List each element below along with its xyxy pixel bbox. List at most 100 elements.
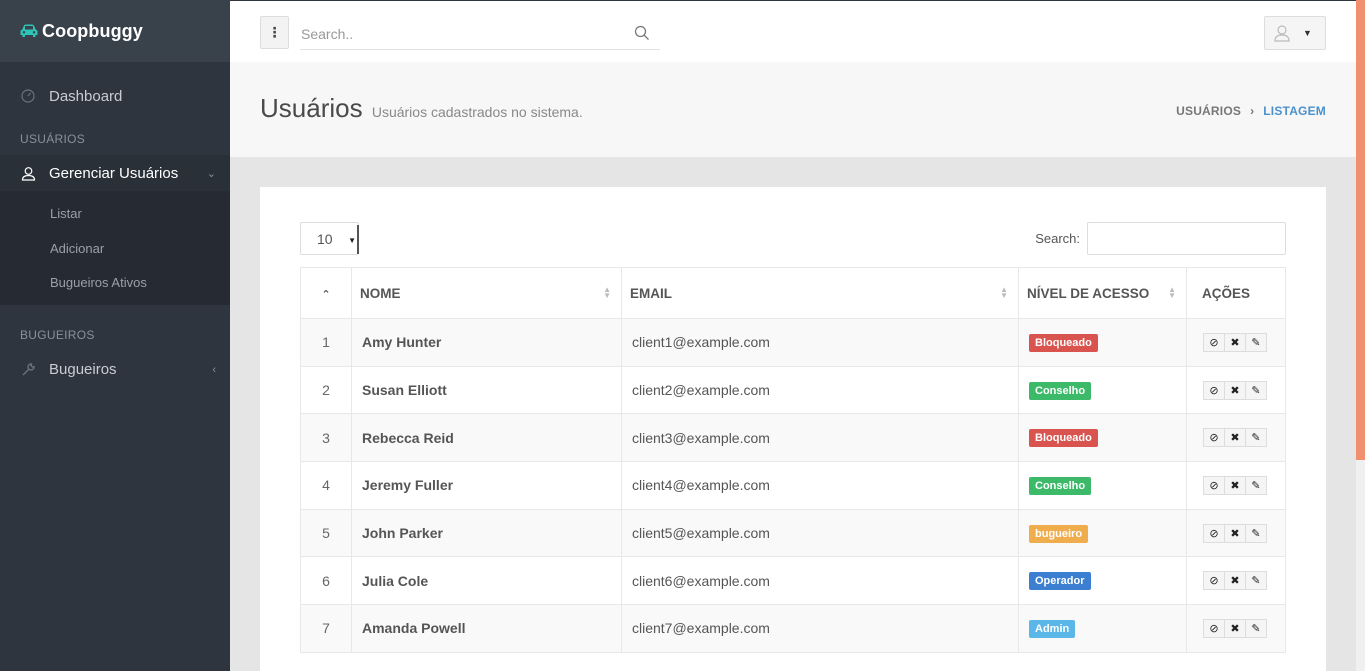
sidebar-subitem-adicionar[interactable]: Adicionar xyxy=(0,232,230,267)
sort-icon: ▲ ▼ xyxy=(603,285,611,300)
status-badge: Bloqueado xyxy=(1029,429,1098,448)
menu-toggle-button[interactable]: ⋮ xyxy=(260,16,289,49)
avatar-icon xyxy=(1274,25,1290,42)
sidebar-item-manage-users[interactable]: Gerenciar Usuários ⌄ xyxy=(0,155,230,191)
row-actions: ⊘ ✖ ✎ xyxy=(1186,556,1286,606)
row-name: Susan Elliott xyxy=(351,365,622,415)
column-header-acoes: AÇÕES xyxy=(1186,267,1286,319)
sidebar-item-label: Bugueiros xyxy=(49,361,117,378)
row-actions: ⊘ ✖ ✎ xyxy=(1186,461,1286,510)
sidebar-subitem-bugueiros-ativos[interactable]: Bugueiros Ativos xyxy=(0,266,230,301)
row-name: Julia Cole xyxy=(351,556,622,606)
row-email: client2@example.com xyxy=(621,365,1019,415)
brand-name: Coopbuggy xyxy=(42,20,143,41)
table-row: 3 Rebecca Reid client3@example.com Bloquead… xyxy=(300,413,1286,463)
page-length-select[interactable]: 10 ▼ xyxy=(300,222,359,255)
caret-down-icon: ▼ xyxy=(1303,28,1312,38)
breadcrumb-item-listagem[interactable]: LISTAGEM xyxy=(1263,104,1326,118)
row-name: Amy Hunter xyxy=(351,318,622,367)
delete-icon[interactable]: ✖ xyxy=(1224,380,1246,400)
status-badge: Admin xyxy=(1029,619,1076,638)
sort-asc-icon: ⌃ xyxy=(321,288,331,301)
brand[interactable]: Coopbuggy xyxy=(0,0,230,62)
users-card: 10 ▼ Search: ⌃ NOME ▲ ▼ EMAIL ▲ ▼ NÍVEL DE A… xyxy=(260,187,1326,671)
block-icon[interactable]: ⊘ xyxy=(1203,571,1225,591)
sidebar-item-bugueiros[interactable]: Bugueiros ‹ xyxy=(0,352,230,388)
sidebar-section-bugueiros: BUGUEIROS xyxy=(20,327,95,342)
row-name: Rebecca Reid xyxy=(351,413,622,463)
search-box xyxy=(300,18,660,50)
sidebar-subitem-listar[interactable]: Listar xyxy=(0,197,230,232)
row-email: client3@example.com xyxy=(621,413,1019,463)
row-actions: ⊘ ✖ ✎ xyxy=(1186,508,1286,558)
status-badge: Conselho xyxy=(1029,381,1092,400)
column-header-email[interactable]: EMAIL ▲ ▼ xyxy=(621,267,1019,319)
delete-icon[interactable]: ✖ xyxy=(1224,428,1246,448)
delete-icon[interactable]: ✖ xyxy=(1224,571,1246,591)
sidebar: Coopbuggy Dashboard USUÁRIOS Gerenciar U… xyxy=(0,0,230,671)
scrollbar-thumb[interactable] xyxy=(1356,0,1365,460)
edit-icon[interactable]: ✎ xyxy=(1245,380,1267,400)
sidebar-item-dashboard[interactable]: Dashboard xyxy=(0,78,230,114)
column-header-index[interactable]: ⌃ xyxy=(300,267,352,319)
block-icon[interactable]: ⊘ xyxy=(1203,380,1225,400)
table-search-input[interactable] xyxy=(1087,222,1286,255)
breadcrumb-item-usuarios[interactable]: USUÁRIOS xyxy=(1176,104,1241,118)
row-index: 4 xyxy=(300,461,352,510)
block-icon[interactable]: ⊘ xyxy=(1203,428,1225,448)
delete-icon[interactable]: ✖ xyxy=(1224,618,1246,638)
edit-icon[interactable]: ✎ xyxy=(1245,523,1267,543)
column-header-nome[interactable]: NOME ▲ ▼ xyxy=(351,267,622,319)
delete-icon[interactable]: ✖ xyxy=(1224,523,1246,543)
user-menu-button[interactable]: ▼ xyxy=(1264,16,1326,50)
chevron-left-icon: ‹ xyxy=(212,363,216,376)
page-subtitle: Usuários cadastrados no sistema. xyxy=(371,104,583,120)
edit-icon[interactable]: ✎ xyxy=(1245,618,1267,638)
user-icon xyxy=(20,165,36,181)
row-index: 1 xyxy=(300,318,352,367)
row-index: 3 xyxy=(300,413,352,463)
table-row: 4 Jeremy Fuller client4@example.com Conselh… xyxy=(300,461,1286,510)
table-row: 5 John Parker client5@example.com bugueiro ⊘… xyxy=(300,508,1286,558)
column-header-nivel[interactable]: NÍVEL DE ACESSO ▲ ▼ xyxy=(1018,267,1187,319)
car-icon xyxy=(20,24,38,37)
block-icon[interactable]: ⊘ xyxy=(1203,475,1225,495)
page-length-value: 10 xyxy=(317,231,333,247)
select-border xyxy=(357,225,359,254)
row-email: client4@example.com xyxy=(621,461,1019,510)
row-level: Admin xyxy=(1018,604,1187,653)
row-actions: ⊘ ✖ ✎ xyxy=(1186,318,1286,367)
delete-icon[interactable]: ✖ xyxy=(1224,332,1246,352)
status-badge: Bloqueado xyxy=(1029,333,1098,352)
more-vertical-icon: ⋮ xyxy=(267,24,282,40)
row-index: 2 xyxy=(300,365,352,415)
row-actions: ⊘ ✖ ✎ xyxy=(1186,604,1286,653)
status-badge: Conselho xyxy=(1029,476,1092,495)
delete-icon[interactable]: ✖ xyxy=(1224,475,1246,495)
dashboard-icon xyxy=(20,88,36,104)
edit-icon[interactable]: ✎ xyxy=(1245,428,1267,448)
edit-icon[interactable]: ✎ xyxy=(1245,571,1267,591)
table-row: 7 Amanda Powell client7@example.com Admin ⊘ ✖… xyxy=(300,604,1286,653)
column-header-label: AÇÕES xyxy=(1202,285,1251,301)
row-level: Conselho xyxy=(1018,365,1187,415)
column-header-label: NÍVEL DE ACESSO xyxy=(1027,285,1150,301)
search-icon[interactable] xyxy=(634,25,650,41)
block-icon[interactable]: ⊘ xyxy=(1203,618,1225,638)
submenu-users: Listar Adicionar Bugueiros Ativos xyxy=(0,191,230,305)
table-row: 1 Amy Hunter client1@example.com Bloqueado ⊘… xyxy=(300,318,1286,367)
row-name: Jeremy Fuller xyxy=(351,461,622,510)
table-search-label: Search: xyxy=(1035,231,1080,246)
topbar: ⋮ ▼ xyxy=(230,0,1356,62)
search-input[interactable] xyxy=(300,25,620,42)
row-index: 5 xyxy=(300,508,352,558)
row-level: bugueiro xyxy=(1018,508,1187,558)
block-icon[interactable]: ⊘ xyxy=(1203,332,1225,352)
scrollbar-track[interactable] xyxy=(1356,460,1365,671)
page-header: Usuários Usuários cadastrados no sistema… xyxy=(230,62,1356,157)
edit-icon[interactable]: ✎ xyxy=(1245,475,1267,495)
edit-icon[interactable]: ✎ xyxy=(1245,332,1267,352)
block-icon[interactable]: ⊘ xyxy=(1203,523,1225,543)
sidebar-item-label: Dashboard xyxy=(49,87,123,105)
wrench-icon xyxy=(20,362,36,378)
